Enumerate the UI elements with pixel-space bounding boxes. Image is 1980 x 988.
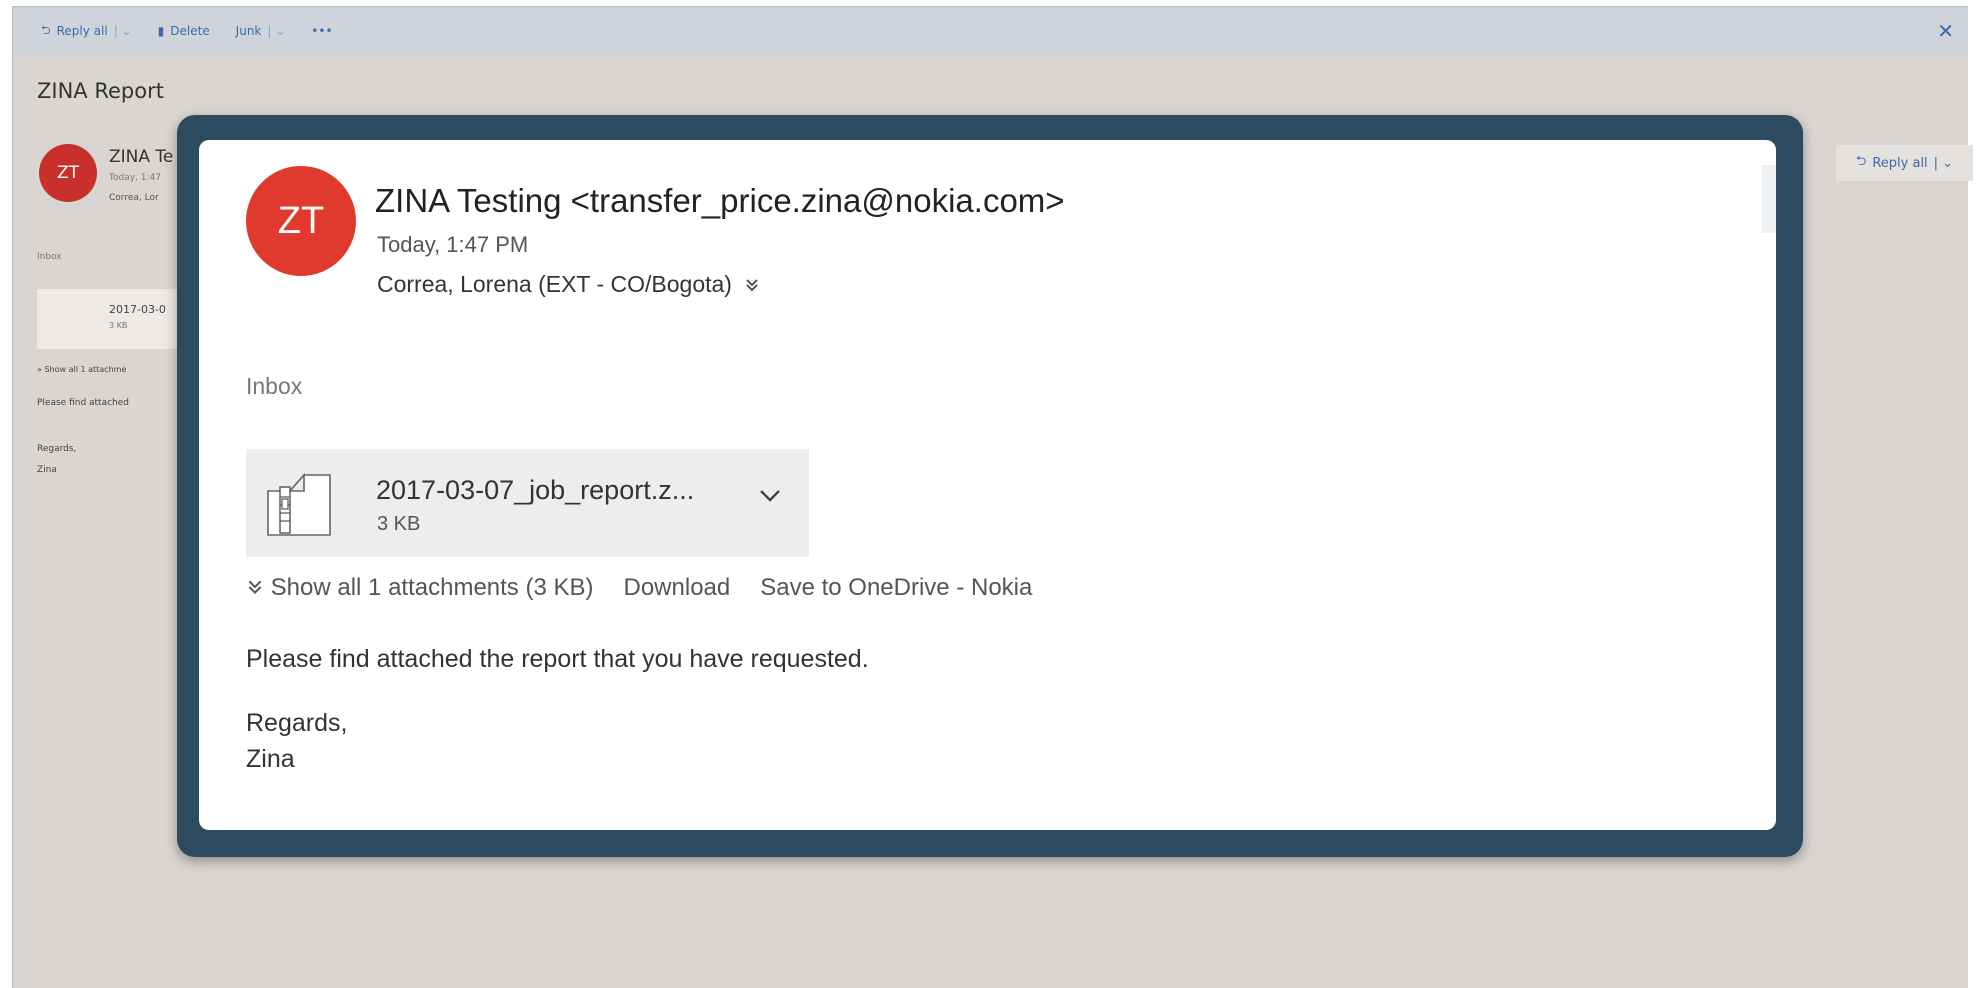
zoom-overlay: ZT ZINA Testing <transfer_price.zina@nok…: [177, 115, 1803, 857]
avatar: ZT: [39, 144, 97, 202]
avatar: ZT: [246, 166, 356, 276]
body-regards: Regards,: [246, 709, 348, 737]
subject-title: ZINA Report: [37, 79, 164, 103]
show-all-attachments-link[interactable]: » Show all 1 attachme: [37, 365, 126, 374]
recipient: Correa, Lor: [109, 193, 159, 203]
recipient[interactable]: Correa, Lorena (EXT - CO/Bogota): [377, 271, 760, 298]
save-to-onedrive-link[interactable]: Save to OneDrive - Nokia: [760, 574, 1032, 602]
close-icon[interactable]: ✕: [1937, 19, 1954, 43]
folder-label: Inbox: [37, 252, 62, 262]
sender-name: ZINA Te: [109, 147, 174, 167]
body-signature: Zina: [37, 465, 57, 475]
attachment-card[interactable]: 2017-03-07_job_report.z... 3 KB: [246, 449, 809, 557]
show-all-attachments-link[interactable]: Show all 1 attachments (3 KB): [246, 574, 594, 602]
folder-label: Inbox: [246, 373, 303, 399]
more-icon: •••: [311, 24, 333, 38]
body-text: Please find attached the report that you…: [246, 645, 869, 673]
message-date: Today, 1:47: [109, 173, 161, 183]
attachment-name: 2017-03-07_job_report.z...: [376, 475, 695, 505]
chevron-down-icon[interactable]: | ⌄: [1934, 156, 1953, 171]
body-regards: Regards,: [37, 444, 77, 454]
message-date: Today, 1:47 PM: [377, 232, 529, 257]
reply-all-icon: ⮌: [41, 22, 51, 37]
download-link[interactable]: Download: [624, 574, 731, 602]
body-text: Please find attached: [37, 398, 130, 408]
reply-all-button[interactable]: ⮌ Reply all | ⌄: [41, 21, 132, 42]
reply-all-label: Reply all: [56, 24, 108, 38]
zip-file-icon: [267, 472, 331, 536]
reply-all-dropdown-icon[interactable]: | ⌄: [114, 24, 132, 38]
attachment-name: 2017-03-0: [109, 303, 166, 316]
junk-button[interactable]: Junk | ⌄: [236, 24, 286, 38]
chevron-down-icon[interactable]: [756, 481, 784, 509]
reply-all-icon: ⮌: [1855, 154, 1867, 169]
toolbar: ⮌ Reply all | ⌄ ▮ Delete Junk | ⌄ ••• ✕: [13, 7, 1968, 55]
reply-all-button[interactable]: ⮌ Reply all | ⌄: [1836, 145, 1973, 181]
attachment-size: 3 KB: [377, 513, 421, 535]
attachment-size: 3 KB: [109, 321, 128, 330]
double-chevron-down-icon: [248, 580, 262, 595]
double-chevron-down-icon[interactable]: [744, 277, 760, 293]
attachment-actions: Show all 1 attachments (3 KB) Download S…: [246, 574, 1062, 602]
delete-button[interactable]: ▮ Delete: [158, 24, 210, 38]
junk-dropdown-icon[interactable]: | ⌄: [267, 24, 285, 38]
recipient-name: Correa, Lorena (EXT - CO/Bogota): [377, 271, 732, 297]
junk-label: Junk: [235, 24, 262, 38]
sender-name[interactable]: ZINA Testing <transfer_price.zina@nokia.…: [375, 182, 1065, 220]
trash-icon: ▮: [157, 24, 165, 38]
double-chevron-down-icon: »: [37, 365, 42, 374]
message-panel: ZT ZINA Testing <transfer_price.zina@nok…: [199, 140, 1776, 830]
more-actions-button[interactable]: •••: [311, 24, 332, 38]
scrollbar[interactable]: [1762, 165, 1776, 233]
delete-label: Delete: [170, 24, 210, 38]
body-signature: Zina: [246, 745, 295, 773]
